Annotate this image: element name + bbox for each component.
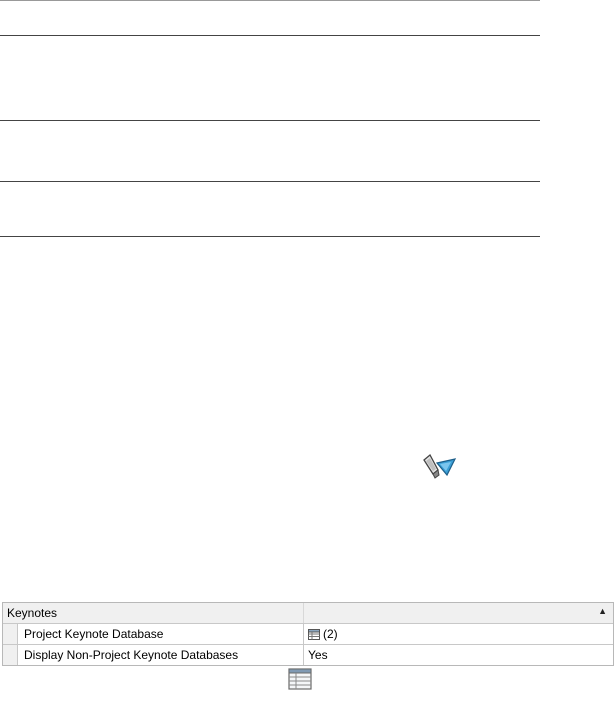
property-value-text: Yes: [308, 648, 328, 662]
row-gutter: [3, 645, 18, 665]
property-value-text: (2): [323, 627, 338, 641]
property-value-display-non-project[interactable]: Yes: [304, 645, 613, 665]
table-icon: [308, 628, 320, 640]
property-value-project-keynote-database[interactable]: (2): [304, 624, 613, 644]
property-row-display-non-project-keynote-databases: Display Non-Project Keynote Databases Ye…: [3, 645, 613, 665]
property-grid: Keynotes ▲ Project Keynote Database (2) …: [2, 602, 614, 666]
row-gutter: [3, 624, 18, 644]
rule-line: [0, 35, 540, 36]
rule-line: [0, 120, 540, 121]
column-divider: [303, 603, 304, 623]
collapse-arrow-icon[interactable]: ▲: [598, 606, 607, 616]
property-row-project-keynote-database: Project Keynote Database (2): [3, 624, 613, 645]
rule-line: [0, 181, 540, 182]
category-label: Keynotes: [7, 606, 58, 620]
property-name: Display Non-Project Keynote Databases: [18, 645, 304, 665]
table-icon[interactable]: [288, 668, 312, 690]
rule-line: [0, 236, 540, 237]
keynote-tag-tool-icon: [423, 453, 457, 479]
property-name: Project Keynote Database: [18, 624, 304, 644]
category-row-keynotes[interactable]: Keynotes ▲: [3, 603, 613, 624]
rule-line: [0, 0, 540, 1]
